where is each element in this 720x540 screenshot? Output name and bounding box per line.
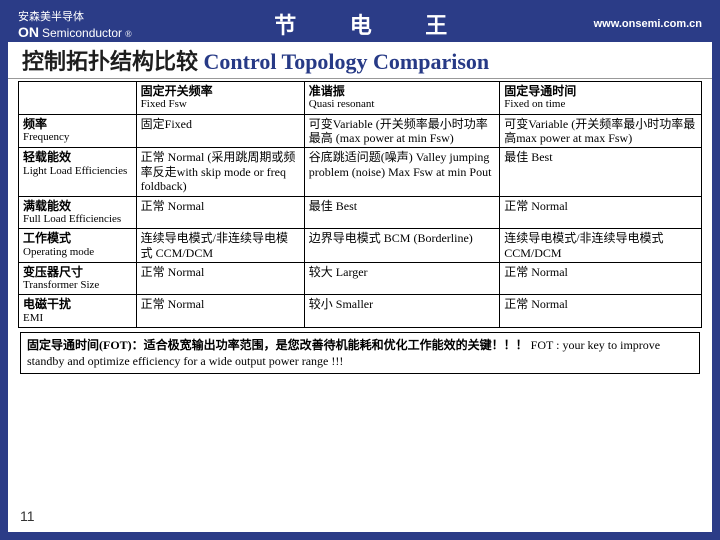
cell: 正常 Normal xyxy=(500,196,702,229)
header-c3-en: Fixed on time xyxy=(504,98,697,111)
logo-registered-icon: ® xyxy=(125,29,132,39)
top-bar: 安森美半导体 ON Semiconductor ® 节 电 王 www.onse… xyxy=(6,6,714,42)
logo: 安森美半导体 ON Semiconductor ® xyxy=(18,8,132,40)
header-blank xyxy=(19,82,137,115)
slide: 安森美半导体 ON Semiconductor ® 节 电 王 www.onse… xyxy=(0,0,720,540)
cell: 正常 Normal xyxy=(500,295,702,328)
page-number: 11 xyxy=(20,508,35,524)
cell: 正常 Normal xyxy=(136,295,304,328)
logo-on-text: ON xyxy=(18,24,39,40)
header-quasi-resonant: 准谐振 Quasi resonant xyxy=(304,82,499,115)
header-c2-en: Quasi resonant xyxy=(309,98,495,111)
cell: 最佳 Best xyxy=(304,196,499,229)
row-label: 满载能效Full Load Efficiencies xyxy=(19,196,137,229)
table-body: 频率Frequency固定Fixed可变Variable (开关频率最小时功率最… xyxy=(19,114,702,327)
footnote: 固定导通时间(FOT)：适合极宽输出功率范围，是您改善待机能耗和优化工作能效的关… xyxy=(20,332,700,374)
header-fixed-on-time: 固定导通时间 Fixed on time xyxy=(500,82,702,115)
table-row: 电磁干扰EMI正常 Normal较小 Smaller正常 Normal xyxy=(19,295,702,328)
table-row: 满载能效Full Load Efficiencies正常 Normal最佳 Be… xyxy=(19,196,702,229)
row-label: 工作模式Operating mode xyxy=(19,229,137,263)
cell: 固定Fixed xyxy=(136,114,304,148)
cell: 连续导电模式/非连续导电模式 CCM/DCM xyxy=(136,229,304,263)
cell: 较小 Smaller xyxy=(304,295,499,328)
cell: 连续导电模式/非连续导电模式CCM/DCM xyxy=(500,229,702,263)
cell: 可变Variable (开关频率最小时功率最高max power at max … xyxy=(500,114,702,148)
content-area: 固定开关频率 Fixed Fsw 准谐振 Quasi resonant 固定导通… xyxy=(8,79,712,532)
table-row: 工作模式Operating mode连续导电模式/非连续导电模式 CCM/DCM… xyxy=(19,229,702,263)
title-en: Control Topology Comparison xyxy=(204,49,490,74)
cell: 正常 Normal xyxy=(136,196,304,229)
slide-title: 控制拓扑结构比较 Control Topology Comparison xyxy=(8,40,712,79)
footnote-cn: 固定导通时间(FOT)：适合极宽输出功率范围，是您改善待机能耗和优化工作能效的关… xyxy=(27,338,528,352)
table-row: 频率Frequency固定Fixed可变Variable (开关频率最小时功率最… xyxy=(19,114,702,148)
header-c1-en: Fixed Fsw xyxy=(141,98,300,111)
cell: 较大 Larger xyxy=(304,262,499,295)
logo-cn-text: 安森美半导体 xyxy=(18,8,132,24)
header-fixed-fsw: 固定开关频率 Fixed Fsw xyxy=(136,82,304,115)
row-label: 电磁干扰EMI xyxy=(19,295,137,328)
row-label: 频率Frequency xyxy=(19,114,137,148)
header-c2-cn: 准谐振 xyxy=(309,84,495,98)
cell: 最佳 Best xyxy=(500,148,702,196)
row-label: 变压器尺寸Transformer Size xyxy=(19,262,137,295)
comparison-table: 固定开关频率 Fixed Fsw 准谐振 Quasi resonant 固定导通… xyxy=(18,81,702,328)
cell: 边界导电模式 BCM (Borderline) xyxy=(304,229,499,263)
row-label: 轻载能效Light Load Efficiencies xyxy=(19,148,137,196)
cell: 正常 Normal (采用跳周期或频率反走with skip mode or f… xyxy=(136,148,304,196)
table-header-row: 固定开关频率 Fixed Fsw 准谐振 Quasi resonant 固定导通… xyxy=(19,82,702,115)
cell: 可变Variable (开关频率最小时功率最高 (max power at mi… xyxy=(304,114,499,148)
header-c3-cn: 固定导通时间 xyxy=(504,84,697,98)
table-row: 变压器尺寸Transformer Size正常 Normal较大 Larger正… xyxy=(19,262,702,295)
title-cn: 控制拓扑结构比较 xyxy=(22,49,198,74)
table-row: 轻载能效Light Load Efficiencies正常 Normal (采用… xyxy=(19,148,702,196)
cell: 正常 Normal xyxy=(136,262,304,295)
top-url: www.onsemi.com.cn xyxy=(594,18,702,30)
cell: 谷底跳适问题(噪声) Valley jumping problem (noise… xyxy=(304,148,499,196)
logo-semi-text: Semiconductor xyxy=(42,26,122,40)
header-c1-cn: 固定开关频率 xyxy=(141,84,300,98)
cell: 正常 Normal xyxy=(500,262,702,295)
top-center-title: 节 电 王 xyxy=(254,8,471,40)
